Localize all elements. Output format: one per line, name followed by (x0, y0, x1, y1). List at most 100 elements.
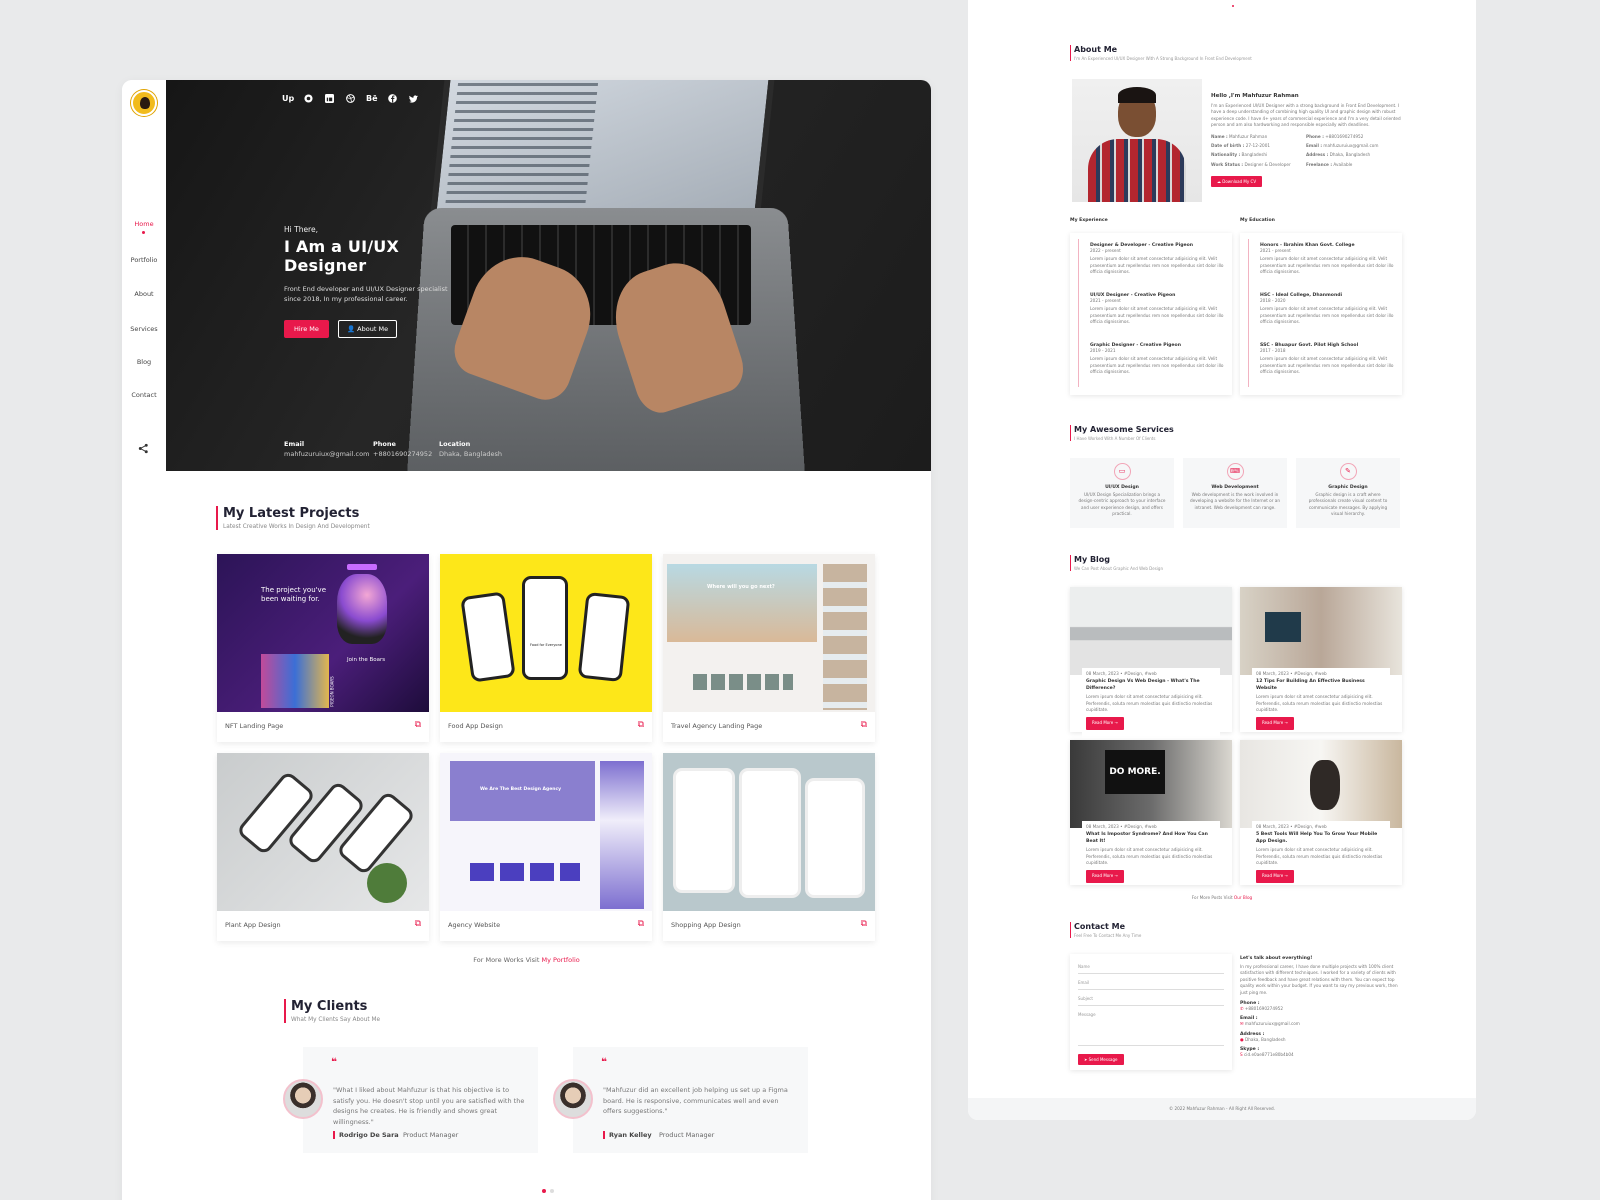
message-textarea[interactable]: Message (1078, 1012, 1224, 1046)
read-more-button[interactable]: Read More → (1256, 870, 1294, 883)
facebook-icon[interactable] (388, 94, 397, 103)
download-cv-label: Download My CV (1222, 179, 1257, 185)
linkedin-icon[interactable] (325, 94, 334, 103)
talk-text: In my professional career, I have done m… (1240, 964, 1398, 995)
blog-card-2[interactable]: 08 March, 2023 • #Design, #web 12 Tips F… (1240, 587, 1402, 732)
name-input[interactable]: Name (1078, 964, 1224, 974)
blog-post-title[interactable]: What Is Impostor Syndrome? And How You C… (1086, 832, 1216, 845)
external-link-icon[interactable]: ⧉ (861, 720, 867, 730)
blog-card-4[interactable]: 08 March, 2023 • #Design, #web 5 Best To… (1240, 740, 1402, 885)
blog-meta: 08 March, 2023 • #Design, #web (1086, 824, 1157, 829)
slider-dot-active[interactable] (542, 1189, 546, 1193)
do-more-screen: DO MORE. (1105, 750, 1165, 794)
education-date: 2018 - 2020 (1260, 298, 1286, 303)
location-label: Location (439, 440, 471, 448)
logo-avatar[interactable] (131, 90, 157, 116)
read-more-button[interactable]: Read More → (1086, 870, 1124, 883)
blog-post-title[interactable]: 5 Best Tools Will Help You To Grow Your … (1256, 832, 1386, 845)
blog-link[interactable]: Our Blog (1234, 895, 1252, 900)
service-card-graphic[interactable]: ✎ Graphic Design Graphic design is a cra… (1296, 458, 1400, 528)
projects-title: My Latest Projects (223, 506, 360, 521)
education-box: Honors - Ibrahim Khan Govt. College 2021… (1240, 233, 1402, 395)
read-more-button[interactable]: Read More → (1256, 717, 1294, 730)
nav-portfolio[interactable]: Portfolio (122, 256, 166, 264)
blog-card-3[interactable]: DO MORE. 08 March, 2023 • #Design, #web … (1070, 740, 1232, 885)
blog-card-1[interactable]: 08 March, 2023 • #Design, #web Graphic D… (1070, 587, 1232, 764)
about-title: About Me (1074, 45, 1118, 54)
portfolio-link[interactable]: My Portfolio (541, 956, 579, 964)
nft-gallery-image (261, 654, 329, 708)
contact-email[interactable]: ✉ mahfuzuruiux@gmail.com (1240, 1021, 1402, 1027)
subject-input[interactable]: Subject (1078, 996, 1224, 1006)
education-desc: Lorem ipsum dolor sit amet consectetur a… (1260, 256, 1394, 275)
external-link-icon[interactable]: ⧉ (415, 720, 421, 730)
nft-join-text: Join the Boars (347, 657, 386, 663)
download-cv-button[interactable]: ☁ Download My CV (1211, 176, 1263, 188)
nav-blog[interactable]: Blog (122, 358, 166, 366)
upwork-icon[interactable]: Up (282, 94, 294, 103)
contact-heading: Contact Me Feel Free To Contact Me Any T… (1070, 922, 1141, 938)
field-key: Date of birth : (1211, 143, 1245, 149)
top-dot (1232, 5, 1234, 7)
experience-item: Graphic Designer - Creative Pigeon 2019 … (1090, 343, 1225, 376)
blog-post-title[interactable]: Graphic Design Vs Web Design - What's Th… (1086, 679, 1216, 692)
more-works-prefix: For More Works Visit (473, 956, 542, 964)
profile-shirt (1088, 139, 1186, 202)
hero-phone: Phone +8801690274952 (373, 440, 432, 458)
nav-services[interactable]: Services (122, 325, 166, 333)
slider-dot[interactable] (550, 1189, 554, 1193)
timeline-line (1078, 239, 1079, 387)
nav-home[interactable]: Home (122, 220, 166, 228)
project-image-travel: Where will you go next? (663, 554, 875, 712)
nav-contact[interactable]: Contact (122, 391, 166, 399)
project-card-nft[interactable]: The project you've been waiting for. Joi… (217, 554, 429, 742)
external-link-icon[interactable]: ⧉ (638, 919, 644, 929)
blog-post-title[interactable]: 12 Tips For Building An Effective Busine… (1256, 679, 1386, 692)
service-card-web[interactable]: ⌨ Web Development Web development is the… (1183, 458, 1287, 528)
hire-me-button[interactable]: Hire Me (284, 320, 329, 338)
talk-title: Let's talk about everything! (1240, 956, 1313, 961)
project-card-plant[interactable]: Plant App Design ⧉ (217, 753, 429, 941)
external-link-icon[interactable]: ⧉ (861, 919, 867, 929)
testimonial-role: Product Manager (659, 1131, 715, 1139)
testimonial-name: Rodrigo De Sara (333, 1131, 399, 1139)
nav-about[interactable]: About (122, 290, 166, 298)
contact-info: Let's talk about everything! In my profe… (1240, 956, 1402, 1059)
blog-meta: 08 March, 2023 • #Design, #web (1256, 824, 1327, 829)
service-card-uiux[interactable]: ▭ UI/UX Design UI/UX Design Specializati… (1070, 458, 1174, 528)
external-link-icon[interactable]: ⧉ (415, 919, 421, 929)
hero-greeting: Hi There, (284, 225, 318, 234)
clients-title: My Clients (291, 999, 368, 1014)
client-avatar-2 (553, 1079, 593, 1119)
experience-title: My Experience (1070, 218, 1108, 223)
clients-heading: My Clients What My Clients Say About Me (284, 999, 380, 1023)
more-posts-text: For More Posts Visit Our Blog (968, 895, 1476, 901)
project-card-shopping[interactable]: Shopping App Design ⧉ (663, 753, 875, 941)
about-info: Hello ,I'm Mahfuzur Rahman I'm an Experi… (1211, 93, 1401, 188)
project-card-agency[interactable]: We Are The Best Design Agency Agency Web… (440, 753, 652, 941)
more-posts-prefix: For More Posts Visit (1191, 895, 1234, 900)
shopping-phone-3 (805, 778, 865, 898)
behance-icon[interactable]: Bē (366, 94, 378, 103)
hero-title: I Am a UI/UX Designer (284, 237, 400, 275)
contact-skype[interactable]: S cid.e0ae8771e80b4b04 (1240, 1052, 1402, 1058)
about-me-button[interactable]: 👤 About Me (338, 320, 398, 338)
contact-phone[interactable]: ✆ +8801690274952 (1240, 1006, 1402, 1012)
phone-value[interactable]: +8801690274952 (373, 450, 432, 458)
project-card-food[interactable]: Food for Everyone Food App Design ⧉ (440, 554, 652, 742)
share-icon[interactable] (138, 443, 149, 454)
twitter-icon[interactable] (409, 95, 418, 103)
contact-subtitle: Feel Free To Contact Me Any Time (1074, 933, 1142, 938)
email-value[interactable]: mahfuzuruiux@gmail.com (284, 450, 369, 458)
send-message-button[interactable]: ➤ Send Message (1078, 1054, 1124, 1065)
quote-icon: ❝ (601, 1057, 607, 1068)
github-icon[interactable] (304, 94, 313, 103)
food-phone-left (460, 591, 516, 683)
read-more-button[interactable]: Read More → (1086, 717, 1124, 730)
project-title-food: Food App Design (448, 722, 503, 730)
nft-nav-button (347, 564, 377, 570)
project-card-travel[interactable]: Where will you go next? Travel Agency La… (663, 554, 875, 742)
email-input[interactable]: Email (1078, 980, 1224, 990)
dribbble-icon[interactable] (346, 94, 355, 103)
external-link-icon[interactable]: ⧉ (638, 720, 644, 730)
